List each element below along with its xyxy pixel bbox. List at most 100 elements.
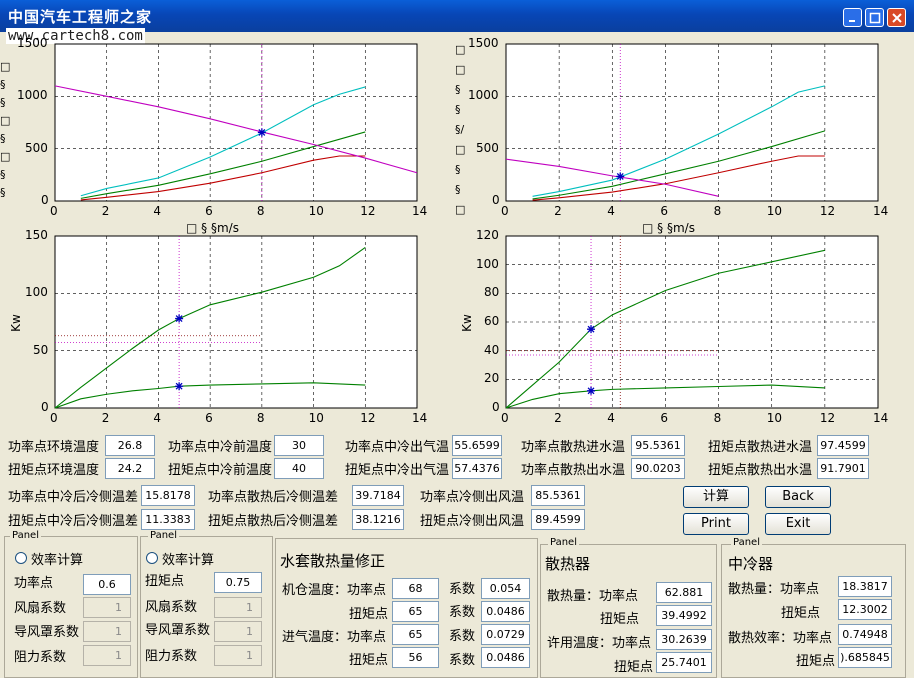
field-value[interactable]: 91.7901	[817, 458, 869, 479]
data-marker	[175, 382, 184, 391]
maximize-button[interactable]	[865, 8, 884, 27]
field-label: 扭矩点散热出水温	[708, 463, 813, 478]
cabin-temp-power-coef[interactable]: 0.054	[481, 578, 530, 599]
efficiency-radio-label: 效率计算	[162, 553, 215, 568]
resist-coef-label: 阻力系数	[145, 649, 198, 664]
x-tick-label: 2	[101, 411, 110, 425]
field-value[interactable]: 90.0203	[631, 458, 685, 479]
field-value[interactable]: 40	[274, 458, 324, 479]
intercooler-title: 中冷器	[728, 555, 774, 573]
coef-label: 系数	[449, 653, 476, 668]
x-tick-label: 4	[153, 411, 162, 425]
series-line	[532, 85, 825, 197]
intake-temp-power-input[interactable]: 65	[392, 624, 439, 645]
y-tick-label: 1500	[468, 36, 499, 50]
y-tick-label: 500	[476, 140, 499, 155]
minimize-button[interactable]	[843, 8, 862, 27]
cabin-temp-power-input[interactable]: 68	[392, 578, 439, 599]
radiator-heat-power-value[interactable]: 62.881	[656, 582, 712, 603]
intercooler-eff-power-value[interactable]: 0.74948	[838, 624, 892, 645]
field-value[interactable]: 97.4599	[817, 435, 869, 456]
torque-point-input[interactable]: 0.75	[214, 572, 262, 593]
fan-coef-input[interactable]: 1	[214, 597, 262, 618]
x-tick-label: 8	[713, 204, 722, 218]
field-label: 扭矩点散热进水温	[708, 440, 813, 455]
data-marker	[257, 128, 266, 137]
y-tick-label: 1000	[468, 88, 499, 103]
resist-coef-input[interactable]: 1	[83, 645, 131, 666]
y-tick-label: 500	[25, 140, 48, 155]
field-value[interactable]: 30	[274, 435, 324, 456]
resist-coef-input[interactable]: 1	[214, 645, 262, 666]
cabin-temp-torque-coef[interactable]: 0.0486	[481, 601, 530, 622]
fan-coef-input[interactable]: 1	[83, 597, 131, 618]
intake-temp-torque-input[interactable]: 56	[392, 647, 439, 668]
intake-temp-torque-label: 扭矩点	[349, 653, 389, 668]
field-value[interactable]: 57.4376	[452, 458, 502, 479]
intercooler-eff-torque-value[interactable]: ).685845	[838, 647, 892, 668]
x-tick-label: 10	[308, 204, 324, 218]
y-tick-label: 100	[25, 285, 48, 300]
cabin-temp-torque-label: 扭矩点	[349, 607, 389, 622]
plot-frame	[54, 235, 418, 409]
x-tick-label: 4	[607, 411, 615, 425]
field-label: 扭矩点散热后冷侧温差	[208, 514, 339, 529]
radiator-heat-power-label: 散热量：功率点	[547, 589, 639, 604]
duct-coef-input[interactable]: 1	[83, 621, 131, 642]
radiator-title: 散热器	[545, 555, 591, 573]
field-value[interactable]: 85.5361	[531, 485, 585, 506]
efficiency-radio[interactable]	[15, 552, 27, 564]
cabin-temp-power-label: 机仓温度：功率点	[282, 583, 387, 598]
data-marker	[587, 325, 596, 334]
y-axis-label: Kw	[8, 314, 23, 332]
y-tick-label: 80	[484, 285, 500, 300]
plot-canvas	[54, 235, 418, 409]
y-tick-label: 0	[492, 193, 500, 207]
print-button[interactable]: Print	[683, 513, 749, 535]
exit-button[interactable]: Exit	[765, 513, 831, 535]
x-tick-label: 6	[205, 411, 213, 425]
back-button[interactable]: Back	[765, 486, 831, 508]
efficiency-radio[interactable]	[146, 552, 158, 564]
calculate-button[interactable]: 计算	[683, 486, 749, 508]
intercooler-heat-torque-value[interactable]: 12.3002	[838, 599, 892, 620]
field-value[interactable]: 15.8178	[141, 485, 195, 506]
field-label: 扭矩点环境温度	[8, 463, 100, 478]
y-tick-label: 0	[492, 400, 500, 414]
duct-coef-input[interactable]: 1	[214, 621, 262, 642]
x-tick-label: 14	[873, 204, 889, 218]
series-line	[532, 130, 826, 200]
field-label: 功率点中冷前温度	[168, 440, 273, 455]
field-value[interactable]: 11.3383	[141, 509, 195, 530]
field-label: 扭矩点冷侧出风温	[420, 514, 525, 529]
x-tick-label: 12	[819, 411, 836, 425]
field-value[interactable]: 39.7184	[352, 485, 404, 506]
y-tick-label: 60	[484, 314, 500, 328]
field-value[interactable]: 55.6599	[452, 435, 502, 456]
coef-label: 系数	[449, 605, 476, 620]
plot-canvas	[54, 43, 418, 202]
coef-label: 系数	[449, 629, 476, 644]
field-value[interactable]: 89.4599	[531, 509, 585, 530]
x-tick-label: 6	[205, 204, 213, 218]
radiator-heat-torque-value[interactable]: 39.4992	[656, 605, 712, 626]
field-value[interactable]: 26.8	[105, 435, 155, 456]
field-label: 扭矩点中冷前温度	[168, 463, 273, 478]
y-tick-label: 1500	[17, 36, 48, 50]
close-button[interactable]	[887, 8, 906, 27]
resist-coef-label: 阻力系数	[14, 650, 67, 665]
radiator-allow-power-value[interactable]: 30.2639	[656, 629, 712, 650]
field-value[interactable]: 38.1216	[352, 509, 404, 530]
efficiency-radio-label: 效率计算	[31, 553, 84, 568]
power-point-input[interactable]: 0.6	[83, 574, 131, 595]
x-tick-label: 10	[766, 411, 782, 425]
radiator-allow-torque-value[interactable]: 25.7401	[656, 652, 712, 673]
field-value[interactable]: 24.2	[105, 458, 155, 479]
y-tick-label: 0	[41, 193, 49, 207]
intake-temp-power-coef[interactable]: 0.0729	[481, 624, 530, 645]
field-label: 功率点冷侧出风温	[420, 490, 525, 505]
intercooler-heat-power-value[interactable]: 18.3817	[838, 576, 892, 597]
intake-temp-torque-coef[interactable]: 0.0486	[481, 647, 530, 668]
field-value[interactable]: 95.5361	[631, 435, 685, 456]
cabin-temp-torque-input[interactable]: 65	[392, 601, 439, 622]
